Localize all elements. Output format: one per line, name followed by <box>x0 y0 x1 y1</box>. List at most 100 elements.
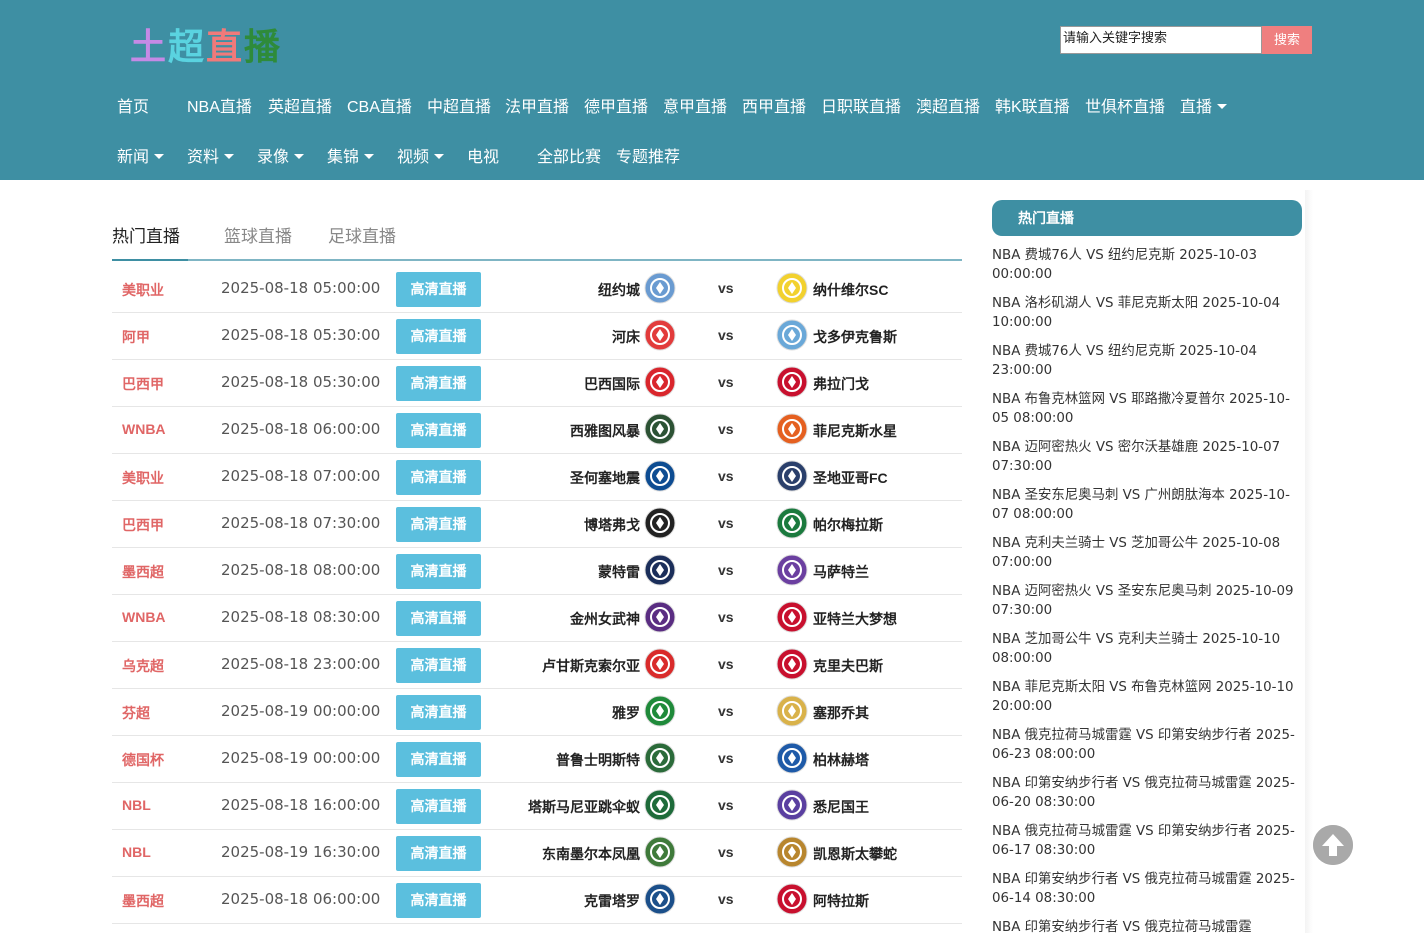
home-team-name[interactable]: 巴西国际 <box>584 374 640 394</box>
away-team-name[interactable]: 纳什维尔SC <box>813 280 888 300</box>
home-team-name[interactable]: 卢甘斯克索尔亚 <box>542 656 640 676</box>
nav-item[interactable]: 电视 <box>467 143 499 167</box>
nav-item[interactable]: 意甲直播 <box>663 93 727 117</box>
nav-item[interactable]: 专题推荐 <box>616 143 680 167</box>
home-team-name[interactable]: 东南墨尔本凤凰 <box>542 844 640 864</box>
away-team-name[interactable]: 柏林赫塔 <box>813 750 869 770</box>
league-name[interactable]: 阿甲 <box>122 327 150 347</box>
nav-item[interactable]: 直播 <box>1180 93 1228 117</box>
hd-live-button[interactable]: 高清直播 <box>396 601 481 636</box>
sidebar-match-link[interactable]: NBA 布鲁克林篮网 VS 耶路撒冷夏普尔 2025-10-05 08:00:0… <box>992 390 1304 438</box>
home-team-name[interactable]: 纽约城 <box>598 280 640 300</box>
sidebar-match-link[interactable]: NBA 费城76人 VS 纽约尼克斯 2025-10-03 00:00:00 <box>992 246 1304 294</box>
sidebar-match-link[interactable]: NBA 迈阿密热火 VS 密尔沃基雄鹿 2025-10-07 07:30:00 <box>992 438 1304 486</box>
nav-item[interactable]: NBA直播 <box>187 93 252 117</box>
hd-live-button[interactable]: 高清直播 <box>396 836 481 871</box>
nav-item[interactable]: 英超直播 <box>268 93 332 117</box>
nav-item[interactable]: CBA直播 <box>347 93 412 117</box>
away-team-name[interactable]: 亚特兰大梦想 <box>813 609 897 629</box>
nav-item[interactable]: 集锦 <box>327 143 375 167</box>
league-name[interactable]: 德国杯 <box>122 750 164 770</box>
league-name[interactable]: 墨西超 <box>122 891 164 911</box>
home-team-name[interactable]: 塔斯马尼亚跳伞蚁 <box>528 797 640 817</box>
away-team-name[interactable]: 戈多伊克鲁斯 <box>813 327 897 347</box>
search-input[interactable]: 请输入关键字搜索 <box>1060 26 1262 54</box>
tab-football-live[interactable]: 足球直播 <box>328 222 396 247</box>
tab-basketball-live[interactable]: 篮球直播 <box>224 222 292 247</box>
league-name[interactable]: 乌克超 <box>122 656 164 676</box>
league-name[interactable]: 墨西超 <box>122 562 164 582</box>
hd-live-button[interactable]: 高清直播 <box>396 507 481 542</box>
away-team-name[interactable]: 马萨特兰 <box>813 562 869 582</box>
league-name[interactable]: WNBA <box>122 421 166 437</box>
league-name[interactable]: NBL <box>122 797 151 813</box>
home-team-name[interactable]: 圣何塞地震 <box>570 468 640 488</box>
away-team-name[interactable]: 凯恩斯太攀蛇 <box>813 844 897 864</box>
league-name[interactable]: 芬超 <box>122 703 150 723</box>
nav-item[interactable]: 法甲直播 <box>505 93 569 117</box>
league-name[interactable]: 巴西甲 <box>122 374 164 394</box>
nav-item[interactable]: 全部比赛 <box>537 143 601 167</box>
league-name[interactable]: WNBA <box>122 609 166 625</box>
sidebar-match-link[interactable]: NBA 印第安纳步行者 VS 俄克拉荷马城雷霆 2025-06-20 08:30… <box>992 774 1304 822</box>
nav-item[interactable]: 新闻 <box>117 143 165 167</box>
nav-item[interactable]: 德甲直播 <box>584 93 648 117</box>
home-team-name[interactable]: 克雷塔罗 <box>584 891 640 911</box>
hd-live-button[interactable]: 高清直播 <box>396 366 481 401</box>
home-team-name[interactable]: 金州女武神 <box>570 609 640 629</box>
away-team-name[interactable]: 圣地亚哥FC <box>813 468 888 488</box>
away-team-name[interactable]: 塞那乔其 <box>813 703 869 723</box>
nav-item[interactable]: 澳超直播 <box>916 93 980 117</box>
away-team-name[interactable]: 阿特拉斯 <box>813 891 869 911</box>
tab-hot-live[interactable]: 热门直播 <box>112 222 180 247</box>
home-team-name[interactable]: 西雅图风暴 <box>570 421 640 441</box>
league-name[interactable]: NBL <box>122 844 151 860</box>
sidebar-match-link[interactable]: NBA 洛杉矶湖人 VS 菲尼克斯太阳 2025-10-04 10:00:00 <box>992 294 1304 342</box>
home-team-name[interactable]: 博塔弗戈 <box>584 515 640 535</box>
hd-live-button[interactable]: 高清直播 <box>396 883 481 918</box>
home-team-name[interactable]: 蒙特雷 <box>598 562 640 582</box>
back-to-top-button[interactable] <box>1313 825 1353 865</box>
hd-live-button[interactable]: 高清直播 <box>396 413 481 448</box>
hd-live-button[interactable]: 高清直播 <box>396 789 481 824</box>
sidebar-match-link[interactable]: NBA 印第安纳步行者 VS 俄克拉荷马城雷霆 2025-06-14 08:30… <box>992 870 1304 918</box>
sidebar-match-link[interactable]: NBA 圣安东尼奥马刺 VS 广州朗肽海本 2025-10-07 08:00:0… <box>992 486 1304 534</box>
home-team-name[interactable]: 河床 <box>612 327 640 347</box>
hd-live-button[interactable]: 高清直播 <box>396 272 481 307</box>
hd-live-button[interactable]: 高清直播 <box>396 648 481 683</box>
hd-live-button[interactable]: 高清直播 <box>396 742 481 777</box>
sidebar-match-link[interactable]: NBA 俄克拉荷马城雷霆 VS 印第安纳步行者 2025-06-23 08:00… <box>992 726 1304 774</box>
sidebar-match-link[interactable]: NBA 芝加哥公牛 VS 克利夫兰骑士 2025-10-10 08:00:00 <box>992 630 1304 678</box>
hd-live-button[interactable]: 高清直播 <box>396 554 481 589</box>
nav-item[interactable]: 资料 <box>187 143 235 167</box>
sidebar-match-link[interactable]: NBA 菲尼克斯太阳 VS 布鲁克林篮网 2025-10-10 20:00:00 <box>992 678 1304 726</box>
sidebar-match-link[interactable]: NBA 迈阿密热火 VS 圣安东尼奥马刺 2025-10-09 07:30:00 <box>992 582 1304 630</box>
nav-item[interactable]: 韩K联直播 <box>995 93 1070 117</box>
away-team-name[interactable]: 帕尔梅拉斯 <box>813 515 883 535</box>
away-team-name[interactable]: 悉尼国王 <box>813 797 869 817</box>
nav-item[interactable]: 日职联直播 <box>821 93 901 117</box>
sidebar-match-link[interactable]: NBA 印第安纳步行者 VS 俄克拉荷马城雷霆 <box>992 918 1304 933</box>
league-name[interactable]: 美职业 <box>122 468 164 488</box>
sidebar-match-link[interactable]: NBA 俄克拉荷马城雷霆 VS 印第安纳步行者 2025-06-17 08:30… <box>992 822 1304 870</box>
nav-item[interactable]: 视频 <box>397 143 445 167</box>
home-team-name[interactable]: 普鲁士明斯特 <box>556 750 640 770</box>
league-name[interactable]: 巴西甲 <box>122 515 164 535</box>
away-team-name[interactable]: 克里夫巴斯 <box>813 656 883 676</box>
nav-item[interactable]: 西甲直播 <box>742 93 806 117</box>
nav-item[interactable]: 录像 <box>257 143 305 167</box>
away-team-name[interactable]: 弗拉门戈 <box>813 374 869 394</box>
home-team-name[interactable]: 雅罗 <box>612 703 640 723</box>
away-team-name[interactable]: 菲尼克斯水星 <box>813 421 897 441</box>
nav-item[interactable]: 首页 <box>117 93 149 117</box>
sidebar-match-link[interactable]: NBA 克利夫兰骑士 VS 芝加哥公牛 2025-10-08 07:00:00 <box>992 534 1304 582</box>
nav-item[interactable]: 中超直播 <box>427 93 491 117</box>
hd-live-button[interactable]: 高清直播 <box>396 695 481 730</box>
search-button[interactable]: 搜索 <box>1262 26 1312 54</box>
nav-item[interactable]: 世俱杯直播 <box>1085 93 1165 117</box>
hd-live-button[interactable]: 高清直播 <box>396 460 481 495</box>
site-logo[interactable]: 土超直播 <box>130 18 282 68</box>
league-name[interactable]: 美职业 <box>122 280 164 300</box>
hd-live-button[interactable]: 高清直播 <box>396 319 481 354</box>
sidebar-match-link[interactable]: NBA 费城76人 VS 纽约尼克斯 2025-10-04 23:00:00 <box>992 342 1304 390</box>
